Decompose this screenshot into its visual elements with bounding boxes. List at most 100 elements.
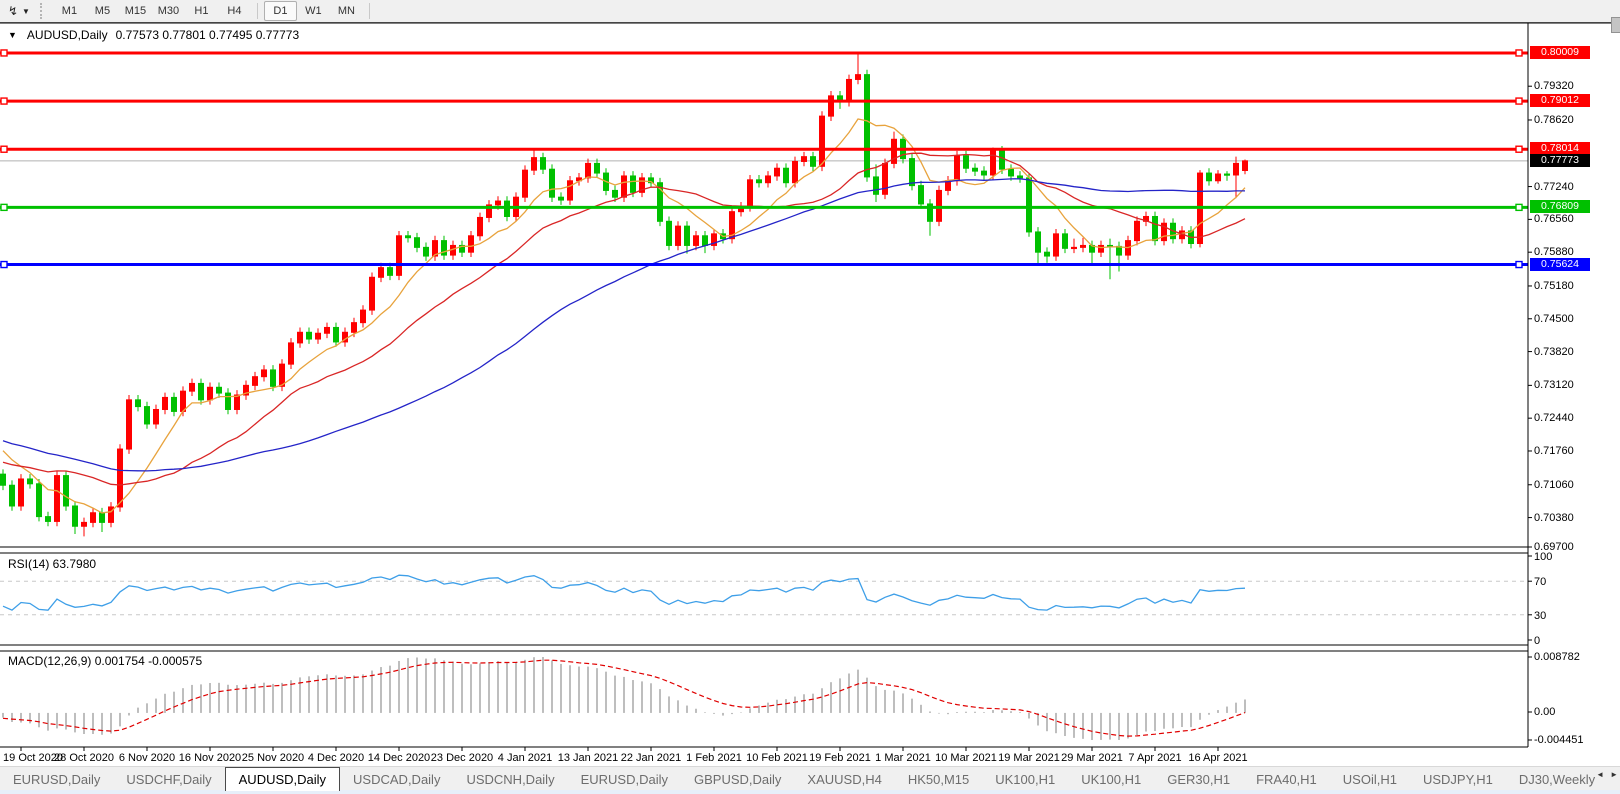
chart-title: ▼ AUDUSD,Daily 0.77573 0.77801 0.77495 0… [8, 28, 299, 42]
candle-body [1026, 177, 1032, 233]
rsi-pane-label: RSI(14) 63.7980 [8, 557, 97, 571]
tab-scroll-left-icon[interactable]: ◄ [1596, 770, 1604, 779]
candle-body [693, 235, 699, 246]
candle-body [270, 369, 276, 387]
candle-body [234, 394, 240, 410]
candle-body [135, 399, 141, 408]
candle-body [360, 309, 366, 324]
chart-title-caret-icon[interactable]: ▼ [8, 30, 17, 40]
candle-body [396, 235, 402, 276]
candle-body [558, 196, 564, 201]
level-line-handle [0, 97, 8, 105]
candle-body [162, 396, 168, 410]
level-line-handle [0, 203, 8, 212]
candle-body [756, 179, 762, 184]
chart-tab-usdjpy-h1[interactable]: USDJPY,H1 [1410, 767, 1506, 791]
level-line-handle [1515, 203, 1523, 212]
candle-body [594, 162, 600, 174]
price-level-badge: 0.76809 [1530, 200, 1590, 214]
chart-tab-audusd-daily[interactable]: AUDUSD,Daily [224, 767, 341, 791]
chart-tab-usdcnh-daily[interactable]: USDCNH,Daily [453, 767, 567, 791]
candle-body [585, 162, 591, 179]
candle-body [153, 408, 159, 425]
macd-tick-label: 0.008782 [1534, 651, 1580, 663]
candle-body [117, 448, 123, 508]
candle-body [423, 246, 429, 257]
candle-body [9, 484, 15, 507]
candle-body [522, 169, 528, 198]
candle-body [774, 167, 780, 177]
chart-tab-uk100-h1[interactable]: UK100,H1 [982, 767, 1068, 791]
candle-body [1134, 220, 1140, 242]
candle-body [1152, 215, 1158, 242]
candle-body [882, 162, 888, 195]
chart-tab-fra40-h1[interactable]: FRA40,H1 [1243, 767, 1330, 791]
candle-body [666, 220, 672, 246]
candle-body [792, 160, 798, 184]
chart-tab-usdcad-daily[interactable]: USDCAD,Daily [340, 767, 453, 791]
date-label: 10 Feb 2021 [746, 752, 808, 764]
tab-scroll-right-icon[interactable]: ► [1610, 770, 1618, 779]
date-label: 10 Mar 2021 [935, 752, 997, 764]
chart-tab-usdchf-daily[interactable]: USDCHF,Daily [113, 767, 224, 791]
candle-body [36, 483, 42, 518]
level-line-handle [0, 260, 8, 269]
candle-body [846, 78, 852, 103]
price-level-badge: 0.75624 [1530, 257, 1590, 271]
candle-body [306, 331, 312, 340]
candle-body [27, 478, 33, 485]
level-line-handle [1515, 260, 1523, 269]
chart-plot-area[interactable] [0, 0, 1620, 794]
date-label: 4 Jan 2021 [497, 752, 553, 764]
date-label: 6 Nov 2020 [118, 752, 176, 764]
chart-symbol-label: AUDUSD,Daily [26, 28, 108, 42]
candle-body [198, 382, 204, 401]
candle-body [324, 326, 330, 334]
candle-body [567, 180, 573, 201]
candle-body [1062, 233, 1068, 249]
candle-body [1080, 244, 1086, 248]
candle-body [414, 237, 420, 248]
candle-body [405, 235, 411, 239]
candle-body [702, 235, 708, 246]
candle-body [1071, 246, 1077, 250]
candle-body [468, 235, 474, 253]
candle-body [99, 512, 105, 523]
date-label: 16 Apr 2021 [1188, 752, 1248, 764]
candle-body [747, 179, 753, 208]
candle-body [621, 175, 627, 198]
chart-tab-eurusd-daily[interactable]: EURUSD,Daily [0, 767, 113, 791]
candle-body [369, 276, 375, 311]
chart-tab-uk100-h1[interactable]: UK100,H1 [1068, 767, 1154, 791]
date-label: 14 Dec 2020 [367, 752, 431, 764]
candle-body [954, 155, 960, 182]
current-price-badge: 0.77773 [1530, 153, 1590, 167]
candle-body [315, 332, 321, 340]
macd-tick-label: -0.004451 [1534, 734, 1584, 746]
candle-body [765, 175, 771, 184]
price-tick-label: 0.78620 [1534, 113, 1574, 126]
candle-body [477, 216, 483, 237]
tab-scroll-arrows: ◄ ► [1596, 770, 1618, 779]
chart-tab-eurusd-daily[interactable]: EURUSD,Daily [568, 767, 681, 791]
chart-tab-gbpusd-daily[interactable]: GBPUSD,Daily [681, 767, 794, 791]
candle-body [918, 185, 924, 205]
chart-tab-ger30-h1[interactable]: GER30,H1 [1154, 767, 1243, 791]
price-tick-label: 0.73120 [1534, 379, 1574, 392]
price-tick-label: 0.75180 [1534, 279, 1574, 292]
candle-body [783, 167, 789, 184]
chart-tab-usoil-h1[interactable]: USOil,H1 [1330, 767, 1410, 791]
chart-tab-xauusd-h4[interactable]: XAUUSD,H4 [794, 767, 894, 791]
candle-body [18, 478, 24, 507]
price-tick-label: 0.73820 [1534, 345, 1574, 358]
candle-body [684, 225, 690, 246]
chart-tab-dj30-weekly[interactable]: DJ30,Weekly [1506, 767, 1608, 791]
splitter-handle[interactable] [1611, 17, 1620, 33]
candle-body [288, 342, 294, 365]
candle-body [207, 386, 213, 401]
candle-body [351, 322, 357, 333]
candle-body [630, 175, 636, 193]
price-tick-label: 0.71760 [1534, 444, 1574, 457]
chart-tab-hk50-m15[interactable]: HK50,M15 [895, 767, 982, 791]
date-label: 28 Oct 2020 [54, 752, 114, 764]
